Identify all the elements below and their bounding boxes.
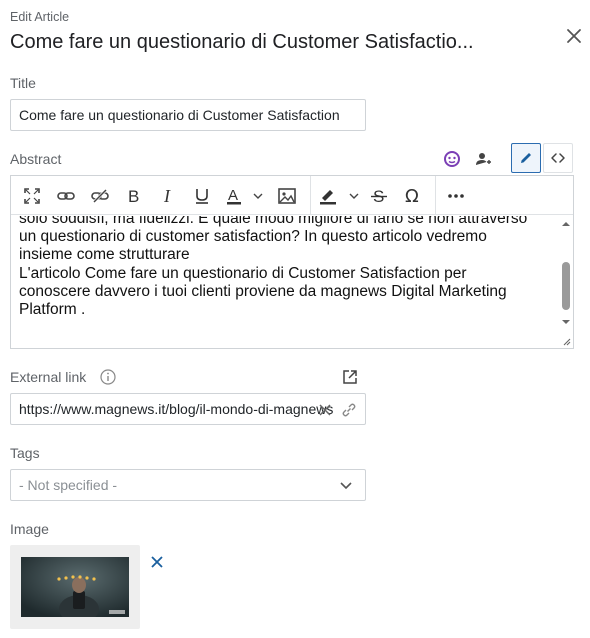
panel-title: Come fare un questionario di Customer Sa… <box>10 31 474 53</box>
underline-button[interactable] <box>190 184 214 208</box>
tags-label: Tags <box>10 445 40 461</box>
svg-text:Ω: Ω <box>405 186 419 206</box>
scrollbar-thumb[interactable] <box>562 262 570 310</box>
close-button[interactable] <box>562 24 586 48</box>
image-icon <box>278 188 296 204</box>
abstract-content[interactable]: solo soddisfi, ma fidelizzi. E quale mod… <box>19 216 555 332</box>
link-action-button[interactable] <box>340 401 358 419</box>
image-preview-frame[interactable] <box>10 545 140 629</box>
fullscreen-button[interactable] <box>20 184 44 208</box>
more-icon <box>448 194 464 198</box>
italic-button[interactable]: I <box>156 184 180 208</box>
font-color-icon: A <box>227 187 263 205</box>
svg-text:I: I <box>163 187 171 205</box>
italic-icon: I <box>163 187 171 205</box>
info-icon <box>100 369 116 385</box>
source-mode-button[interactable] <box>543 143 573 173</box>
pencil-icon <box>521 153 531 163</box>
edit-mode-button[interactable] <box>511 143 541 173</box>
clear-icon <box>319 404 331 416</box>
svg-text:A: A <box>228 187 238 204</box>
abstract-line: insieme come strutturare <box>19 246 190 264</box>
insert-image-button[interactable] <box>275 184 299 208</box>
panel-subtitle: Edit Article <box>10 10 70 24</box>
link-icon <box>342 403 356 417</box>
external-link-value: https://www.magnews.it/blog/il-mondo-di-… <box>19 401 334 417</box>
bold-icon: B <box>128 187 139 205</box>
link-button[interactable] <box>54 184 78 208</box>
scroll-up-icon <box>562 222 570 226</box>
title-input[interactable]: Come fare un questionario di Customer Sa… <box>10 99 366 131</box>
fullscreen-icon <box>24 188 40 204</box>
remove-image-button[interactable] <box>148 553 166 571</box>
open-link-button[interactable] <box>340 367 360 387</box>
user-personalize-button[interactable] <box>471 147 495 171</box>
font-color-button[interactable]: A <box>224 184 264 208</box>
image-label: Image <box>10 521 49 537</box>
ai-assistant-button[interactable] <box>440 147 464 171</box>
special-char-button[interactable]: Ω <box>401 184 425 208</box>
ai-face-icon <box>444 151 460 167</box>
resize-handle-icon[interactable] <box>561 336 571 346</box>
title-input-value: Come fare un questionario di Customer Sa… <box>19 107 340 123</box>
external-link-label: External link <box>10 369 87 385</box>
unlink-icon <box>91 187 109 205</box>
highlight-icon <box>320 190 359 205</box>
close-icon <box>567 29 581 43</box>
open-external-icon <box>343 370 357 384</box>
external-link-info[interactable] <box>99 368 117 386</box>
scroll-down-icon <box>562 320 570 324</box>
external-link-input[interactable]: https://www.magnews.it/blog/il-mondo-di-… <box>10 393 366 425</box>
toolbar-divider <box>435 176 436 214</box>
user-add-icon <box>476 153 491 165</box>
editor-scrollbar[interactable] <box>559 216 573 330</box>
abstract-line: solo soddisfi, ma fidelizzi. E quale mod… <box>19 216 528 227</box>
more-button[interactable] <box>444 184 468 208</box>
special-char-icon: Ω <box>405 186 419 206</box>
highlight-button[interactable] <box>318 184 360 208</box>
abstract-editor[interactable]: B I A S Ω solo soddisfi, ma fidelizzi. E… <box>10 175 574 349</box>
abstract-line: L'articolo Come fare un questionario di … <box>19 264 467 282</box>
editor-toolbar: B I A S Ω <box>11 176 573 215</box>
svg-text:B: B <box>128 187 139 205</box>
abstract-line: conoscere davvero i tuoi clienti provien… <box>19 282 507 300</box>
underline-icon <box>196 189 208 204</box>
strikethrough-icon: S <box>371 187 387 205</box>
article-thumbnail-image <box>21 557 129 617</box>
clear-link-button[interactable] <box>316 401 334 419</box>
bold-button[interactable]: B <box>122 184 146 208</box>
close-icon <box>151 556 163 568</box>
link-icon <box>57 192 75 200</box>
abstract-label: Abstract <box>10 151 62 167</box>
strikethrough-button[interactable]: S <box>367 184 391 208</box>
abstract-line: un questionario di customer satisfaction… <box>19 228 487 246</box>
abstract-line: Platform . <box>19 301 86 319</box>
title-label: Title <box>10 75 36 91</box>
code-icon <box>551 153 565 163</box>
unlink-button[interactable] <box>88 184 112 208</box>
tags-placeholder: - Not specified - <box>19 477 118 493</box>
tags-select[interactable]: - Not specified - <box>10 469 366 501</box>
toolbar-divider <box>310 176 311 214</box>
